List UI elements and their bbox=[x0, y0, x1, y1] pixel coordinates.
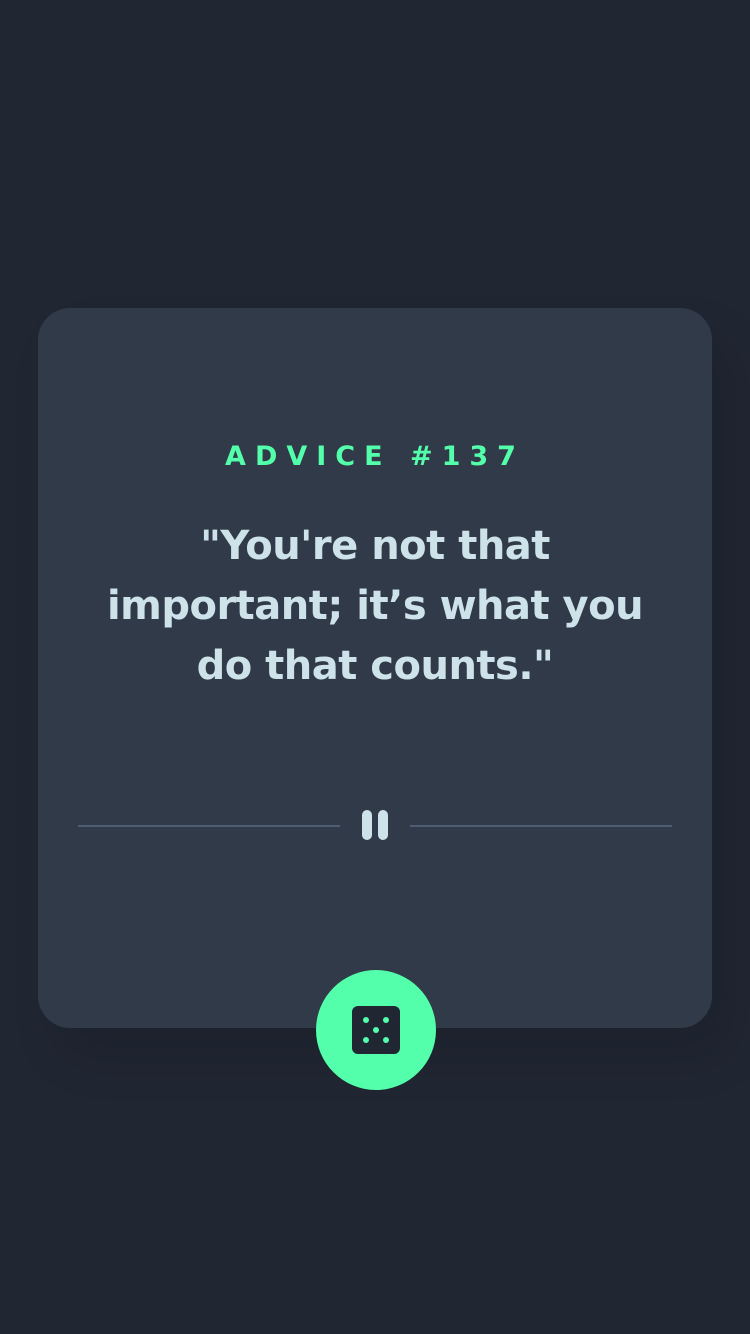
dice-pip bbox=[383, 1037, 389, 1043]
divider-line-right bbox=[410, 825, 672, 827]
dice-pip bbox=[383, 1017, 389, 1023]
dice-pip bbox=[363, 1017, 369, 1023]
page: ADVICE #137 "You're not that important; … bbox=[0, 0, 750, 1334]
dice-icon bbox=[352, 1006, 400, 1054]
advice-quote: "You're not that important; it’s what yo… bbox=[106, 523, 644, 689]
divider bbox=[78, 805, 672, 845]
new-advice-button[interactable] bbox=[316, 970, 436, 1090]
advice-id-label: ADVICE #137 bbox=[225, 441, 525, 472]
dice-pip bbox=[373, 1027, 379, 1033]
dice-pip bbox=[363, 1037, 369, 1043]
pause-icon bbox=[360, 810, 390, 840]
divider-line-left bbox=[78, 825, 340, 827]
pause-bar-right bbox=[378, 810, 388, 840]
pause-bar-left bbox=[362, 810, 372, 840]
